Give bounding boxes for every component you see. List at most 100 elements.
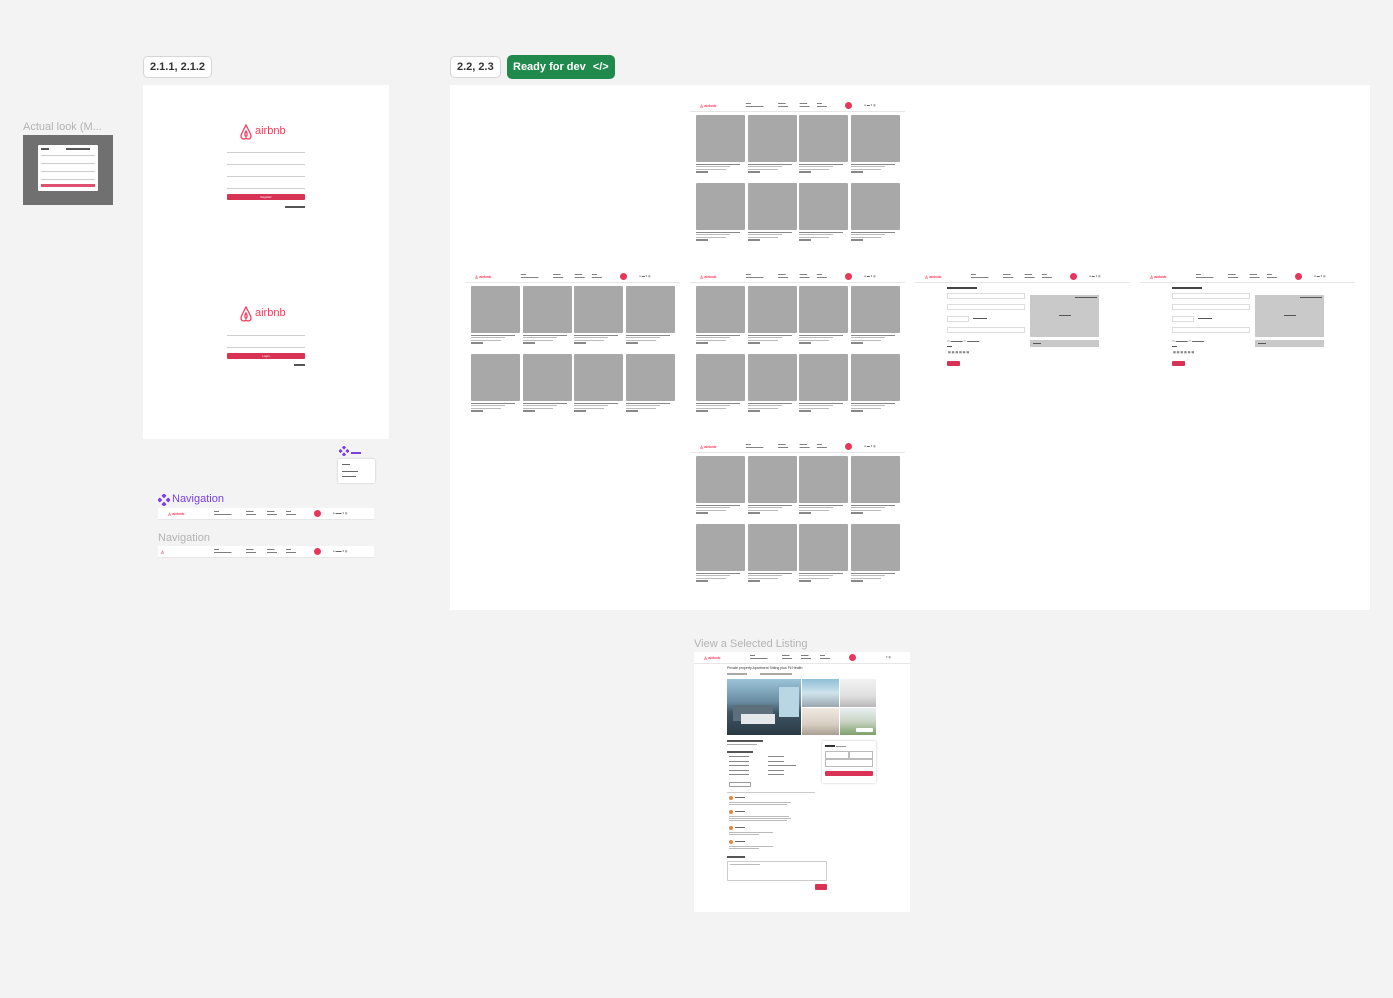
- register-button[interactable]: Register: [227, 194, 305, 200]
- listing-card[interactable]: [850, 183, 900, 241]
- frame-tag-login[interactable]: 2.1.1, 2.1.2: [143, 56, 213, 78]
- listing-card[interactable]: [522, 354, 572, 412]
- listing-card-image[interactable]: [850, 456, 900, 503]
- listing-card[interactable]: [696, 115, 745, 173]
- user-avatar-icon[interactable]: ● ▬ ▾ ◍: [1314, 274, 1325, 278]
- listing-card[interactable]: [747, 286, 797, 344]
- listing-card[interactable]: [574, 286, 623, 344]
- navigation-instance[interactable]: ◬ airbnb ▬▬ ▬▬▬▬▬▬▬ ▬▬▬ ▬▬▬▬ ▬▬▬ ▬▬▬▬ ▬▬ ▬▬▬…: [694, 652, 910, 664]
- listing-card-image[interactable]: [799, 183, 848, 230]
- listing-card[interactable]: [799, 183, 848, 241]
- user-avatar-icon[interactable]: ▾ ◍: [886, 655, 891, 659]
- navigation-instance[interactable]: ◬ airbnb ▬▬ ▬▬▬▬▬▬▬ ▬▬▬ ▬▬▬▬ ▬▬▬ ▬▬▬▬ ▬▬ ▬▬▬▬ ● ▬…: [690, 271, 905, 283]
- listing-card-image[interactable]: [747, 115, 797, 162]
- listing-card-image[interactable]: [747, 183, 797, 230]
- search-icon[interactable]: [314, 510, 321, 517]
- navigation-instance[interactable]: ◬ airbnb ▬▬ ▬▬▬▬▬▬▬ ▬▬▬ ▬▬▬▬ ▬▬▬ ▬▬▬▬ ▬▬ ▬▬▬▬ ● ▬…: [915, 271, 1130, 283]
- listing-card[interactable]: [471, 354, 520, 412]
- listing-photo-3[interactable]: [840, 679, 876, 707]
- listing-card[interactable]: [747, 524, 797, 582]
- listing-card-image[interactable]: [574, 354, 623, 401]
- listing-card[interactable]: [574, 354, 623, 412]
- comment-submit-button[interactable]: [815, 884, 827, 890]
- login-password-field[interactable]: [227, 342, 305, 348]
- listing-card-image[interactable]: [625, 354, 675, 401]
- checkout-field[interactable]: [849, 751, 873, 759]
- form-type-select[interactable]: [947, 327, 1025, 333]
- listing-card-image[interactable]: [696, 354, 745, 401]
- search-icon[interactable]: [619, 273, 627, 280]
- login-switch-link[interactable]: [294, 364, 305, 366]
- listing-card-image[interactable]: [522, 354, 572, 401]
- listing-card[interactable]: [625, 354, 675, 412]
- listing-card[interactable]: [850, 115, 900, 173]
- listing-card-image[interactable]: [522, 286, 572, 333]
- listing-card[interactable]: [799, 115, 848, 173]
- search-icon[interactable]: [844, 273, 852, 280]
- listing-card[interactable]: [696, 524, 745, 582]
- listing-card-image[interactable]: [747, 354, 797, 401]
- search-icon[interactable]: [1069, 273, 1077, 280]
- guests-field[interactable]: [825, 759, 873, 767]
- frame-tag-listings[interactable]: 2.2, 2.3: [450, 56, 501, 78]
- comment-textarea[interactable]: [727, 861, 827, 881]
- checkin-field[interactable]: [825, 751, 849, 759]
- listing-card[interactable]: [850, 524, 900, 582]
- listing-card-image[interactable]: [850, 286, 900, 333]
- listing-card-image[interactable]: [747, 524, 797, 571]
- listing-card[interactable]: [471, 286, 520, 344]
- navigation-instance[interactable]: ◬ airbnb ▬▬ ▬▬▬▬▬▬▬ ▬▬▬ ▬▬▬▬ ▬▬▬ ▬▬▬▬ ▬▬ ▬▬▬▬ ● ▬…: [690, 100, 905, 112]
- user-avatar-icon[interactable]: ● ▬▬ ▾ ◍: [333, 549, 347, 553]
- show-amenities-button[interactable]: [729, 782, 751, 787]
- listing-card-image[interactable]: [696, 115, 745, 162]
- register-field-1[interactable]: [227, 147, 305, 153]
- navigation-instance[interactable]: ◬ ▬▬ ▬▬▬▬▬▬▬ ▬▬▬ ▬▬▬▬ ▬▬▬ ▬▬▬▬ ▬▬ ▬▬▬▬ ● ▬▬ …: [158, 546, 374, 558]
- user-avatar-icon[interactable]: ● ▬ ▾ ◍: [864, 103, 875, 107]
- navigation-instance[interactable]: ◬ airbnb ▬▬ ▬▬▬▬▬▬▬ ▬▬▬ ▬▬▬▬ ▬▬▬ ▬▬▬▬ ▬▬ ▬▬▬▬ ● ▬…: [465, 271, 680, 283]
- listing-card-image[interactable]: [799, 286, 848, 333]
- listing-photo-5[interactable]: [840, 708, 876, 735]
- listing-card-image[interactable]: [799, 524, 848, 571]
- listing-card[interactable]: [799, 456, 848, 514]
- navigation-component[interactable]: ◬ airbnb ▬▬ ▬▬▬▬▬▬▬ ▬▬▬ ▬▬▬▬ ▬▬▬ ▬▬▬▬ ▬▬ ▬▬▬…: [158, 508, 374, 520]
- listing-card-image[interactable]: [471, 286, 520, 333]
- listing-card-image[interactable]: [799, 456, 848, 503]
- listing-card[interactable]: [522, 286, 572, 344]
- navigation-instance[interactable]: ◬ airbnb ▬▬ ▬▬▬▬▬▬▬ ▬▬▬ ▬▬▬▬ ▬▬▬ ▬▬▬▬ ▬▬ ▬▬▬▬ ● ▬…: [690, 441, 905, 453]
- search-icon[interactable]: [844, 443, 852, 450]
- listing-card[interactable]: [747, 115, 797, 173]
- form-address-field[interactable]: [1172, 304, 1250, 310]
- user-avatar-icon[interactable]: ● ▬ ▾ ◍: [1089, 274, 1100, 278]
- listing-card-image[interactable]: [696, 524, 745, 571]
- listing-card[interactable]: [625, 286, 675, 344]
- search-icon[interactable]: [844, 102, 852, 109]
- form-title-field[interactable]: [947, 293, 1025, 299]
- ready-for-dev-badge[interactable]: Ready for dev </>: [507, 55, 615, 79]
- listing-card[interactable]: [850, 286, 900, 344]
- user-avatar-icon[interactable]: ● ▬▬ ▾ ◍: [333, 511, 347, 515]
- listing-card-image[interactable]: [574, 286, 623, 333]
- actual-look-thumbnail[interactable]: [23, 135, 113, 205]
- listing-card[interactable]: [696, 286, 745, 344]
- listing-card[interactable]: [850, 456, 900, 514]
- listing-card-image[interactable]: [696, 286, 745, 333]
- listing-card-image[interactable]: [747, 456, 797, 503]
- listing-card[interactable]: [696, 354, 745, 412]
- register-field-2[interactable]: [227, 159, 305, 165]
- form-type-select[interactable]: [1172, 327, 1250, 333]
- form-price-field[interactable]: [947, 316, 969, 322]
- form-thumbnail-placeholder[interactable]: [1255, 295, 1324, 337]
- listing-card[interactable]: [747, 456, 797, 514]
- register-field-3[interactable]: [227, 171, 305, 177]
- form-price-field[interactable]: [1172, 316, 1194, 322]
- listing-card[interactable]: [696, 456, 745, 514]
- register-switch-link[interactable]: [285, 206, 305, 208]
- search-icon[interactable]: [849, 654, 856, 661]
- listing-card[interactable]: [799, 286, 848, 344]
- listing-card-image[interactable]: [850, 354, 900, 401]
- listing-photo-2[interactable]: [802, 679, 839, 707]
- listing-card-image[interactable]: [850, 183, 900, 230]
- listing-card[interactable]: [799, 524, 848, 582]
- user-avatar-icon[interactable]: ● ▬ ▾ ◍: [864, 444, 875, 448]
- register-field-4[interactable]: [227, 183, 305, 189]
